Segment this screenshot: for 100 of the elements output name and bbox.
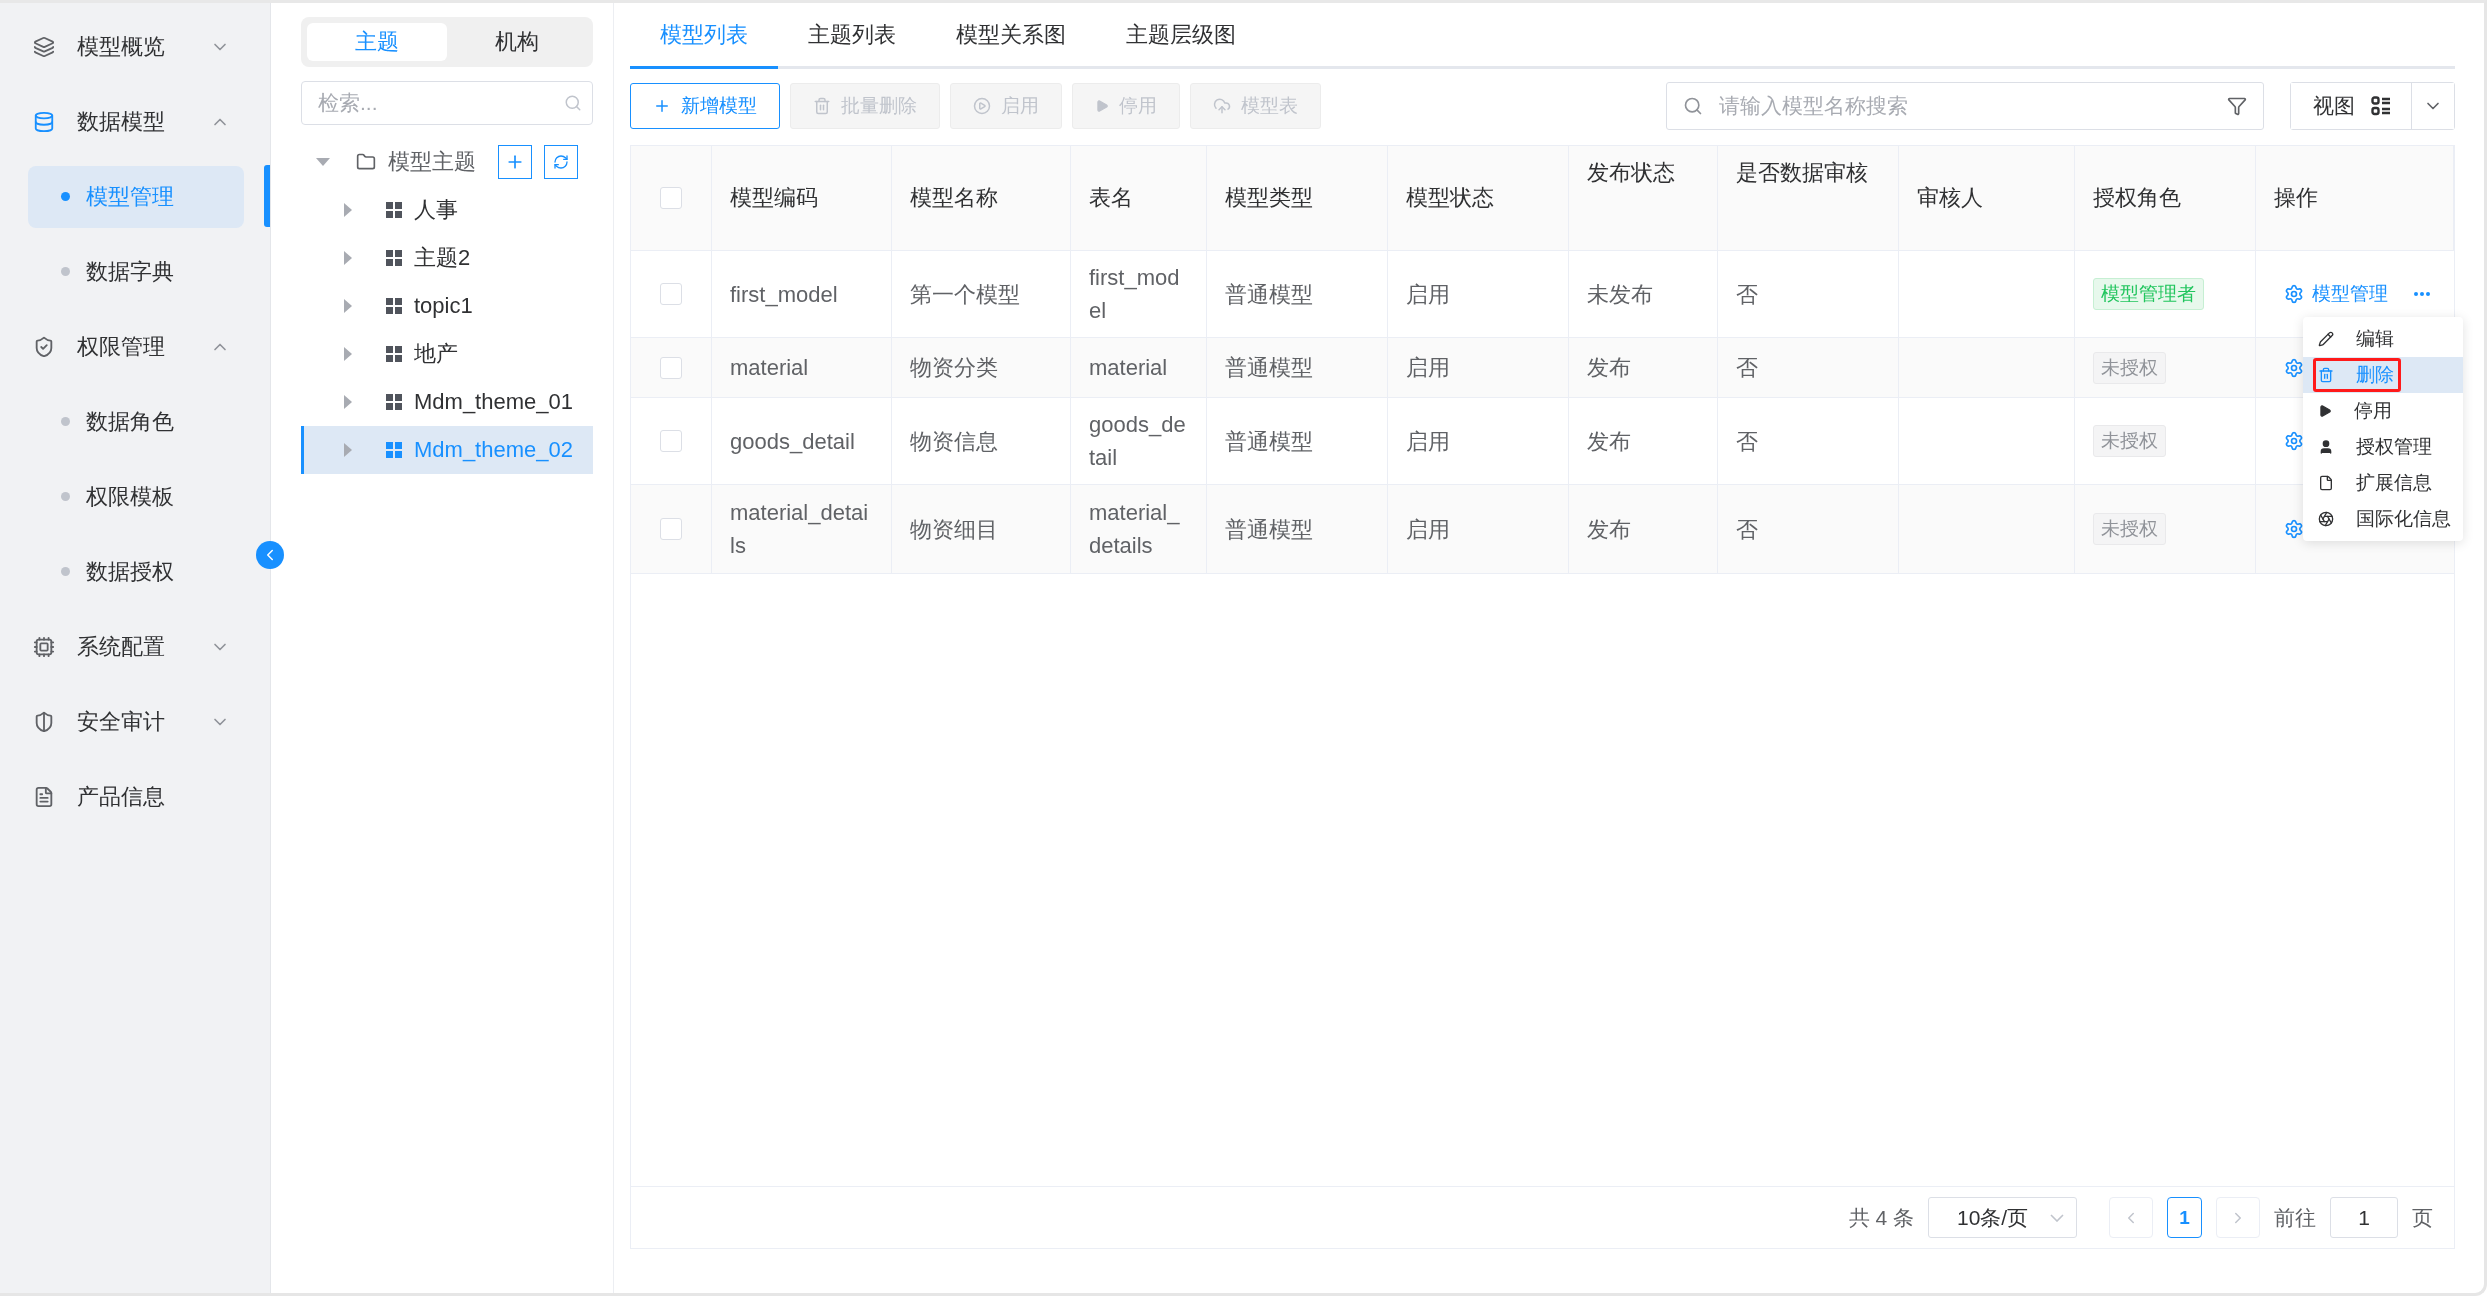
tree-row[interactable]: 地产 <box>301 330 593 378</box>
menu-item[interactable]: 授权管理 <box>2313 430 2439 464</box>
grid-icon <box>386 250 402 266</box>
table-cell-text: material_details <box>730 499 870 560</box>
table-cell-text: 发布 <box>1587 427 1631 456</box>
checkbox[interactable] <box>660 187 682 209</box>
play-icon <box>1095 99 1109 113</box>
tree-node-label: 人事 <box>414 196 458 224</box>
tab[interactable]: 主题层级图 <box>1096 3 1266 69</box>
table-cell-text: 否 <box>1736 427 1758 456</box>
menu-item[interactable]: 权限模板 <box>28 465 244 528</box>
checkbox[interactable] <box>660 356 682 379</box>
menu-group[interactable]: 模型概览 <box>77 31 188 62</box>
menu-group[interactable]: 产品信息 <box>77 781 230 812</box>
gear-button[interactable] <box>2284 431 2304 451</box>
table-cell-text: first_model <box>730 280 838 309</box>
column-header: 操作 <box>2274 184 2318 212</box>
cloud-upload-icon <box>1213 97 1231 115</box>
menu-item[interactable]: 数据字典 <box>28 240 244 303</box>
menu-item[interactable]: 国际化信息 <box>2313 502 2458 536</box>
tree-row[interactable]: topic1 <box>301 282 593 330</box>
tab[interactable]: 主题列表 <box>778 3 926 69</box>
menu-item[interactable]: 扩展信息 <box>2313 466 2439 500</box>
role-tag: 未授权 <box>2093 513 2166 545</box>
checkbox[interactable] <box>660 430 682 452</box>
add-button[interactable] <box>498 145 532 179</box>
aperture-icon <box>2318 511 2334 527</box>
checkbox[interactable] <box>660 283 682 305</box>
menu-group[interactable]: 系统配置 <box>77 631 188 662</box>
menu-item[interactable]: 数据角色 <box>28 390 244 453</box>
active-indicator <box>264 165 270 227</box>
column-header: 模型编码 <box>730 184 818 212</box>
caret-icon[interactable] <box>344 251 352 265</box>
refresh-button[interactable] <box>544 145 578 179</box>
table-cell-text: 否 <box>1736 515 1758 544</box>
gear-icon <box>2284 431 2304 451</box>
filter-icon <box>2227 96 2247 116</box>
play-icon <box>2318 404 2332 418</box>
table-cell-text: 否 <box>1736 280 1758 309</box>
caret-icon[interactable] <box>344 395 352 409</box>
menu-group[interactable]: 安全审计 <box>77 706 188 737</box>
role-tag: 未授权 <box>2093 425 2166 457</box>
layers-icon <box>33 35 55 58</box>
table-cell-text: material <box>730 354 809 382</box>
table-cell-text: 启用 <box>1406 427 1450 456</box>
tree-row[interactable]: 人事 <box>301 186 593 234</box>
view-button[interactable]: 视图 <box>2291 83 2412 129</box>
grid-icon <box>386 346 402 362</box>
document-icon <box>2318 475 2334 491</box>
gear-button[interactable] <box>2284 357 2304 378</box>
table-cell-text: 物资信息 <box>910 427 998 456</box>
table-cell-text: 物资细目 <box>910 515 998 544</box>
tree-node-label: 地产 <box>414 340 458 368</box>
column-header: 授权角色 <box>2093 184 2181 212</box>
search-field[interactable]: 请输入模型名称搜索 <box>1666 82 2264 130</box>
trash-icon <box>2318 367 2334 383</box>
next-page-button[interactable] <box>2216 1197 2260 1238</box>
page-suffix: 页 <box>2412 1204 2433 1231</box>
menu-group[interactable]: 数据模型 <box>77 106 188 137</box>
gear-icon <box>2284 357 2304 378</box>
table-cell-text: first_model <box>1089 264 1181 325</box>
column-header: 审核人 <box>1917 184 1983 212</box>
tree-node-label: Mdm_theme_01 <box>414 389 573 415</box>
tree-node-label: 主题2 <box>414 244 471 272</box>
table-cell-text: 普通模型 <box>1225 354 1313 382</box>
table-cell-text: 普通模型 <box>1225 515 1313 544</box>
caret-icon[interactable] <box>344 347 352 361</box>
column-header: 模型类型 <box>1225 184 1313 212</box>
caret-icon[interactable] <box>344 443 352 457</box>
table-cell-text: 发布 <box>1587 515 1631 544</box>
pencil-icon <box>2318 331 2334 347</box>
caret-icon[interactable] <box>344 203 352 217</box>
menu-item[interactable]: 停用 <box>2313 394 2399 428</box>
gear-button[interactable] <box>2284 519 2304 539</box>
shield-icon <box>33 710 55 733</box>
segment-tab[interactable]: 机构 <box>447 23 587 61</box>
search-field[interactable]: 检索... <box>301 81 593 125</box>
tree-row[interactable]: 主题2 <box>301 234 593 282</box>
tab[interactable]: 模型关系图 <box>926 3 1096 69</box>
search-input[interactable]: 检索... <box>316 90 564 116</box>
checkbox[interactable] <box>660 518 682 540</box>
menu-group[interactable]: 权限管理 <box>77 331 188 362</box>
chevron-down-icon <box>2050 1213 2064 1222</box>
search-icon <box>1683 96 1703 116</box>
page-size-select[interactable]: 10条/页 <box>1928 1197 2077 1238</box>
caret-icon[interactable] <box>316 158 330 166</box>
caret-icon[interactable] <box>344 299 352 313</box>
tree-node[interactable]: 模型主题 <box>388 147 476 177</box>
role-tag: 模型管理者 <box>2093 278 2204 310</box>
search-icon <box>564 94 582 112</box>
menu-item[interactable]: 编辑 <box>2313 322 2401 356</box>
more-button[interactable] <box>2414 292 2430 296</box>
total-count: 共 4 条 <box>1848 1204 1914 1231</box>
prev-page-button[interactable] <box>2109 1197 2153 1238</box>
play-circle-icon <box>973 97 991 115</box>
page-input[interactable]: 1 <box>2330 1197 2398 1238</box>
tree-node-label: Mdm_theme_02 <box>414 437 573 463</box>
tree-row[interactable]: Mdm_theme_01 <box>301 378 593 426</box>
collapse-button[interactable] <box>256 541 284 569</box>
menu-item[interactable]: 数据授权 <box>28 540 244 603</box>
